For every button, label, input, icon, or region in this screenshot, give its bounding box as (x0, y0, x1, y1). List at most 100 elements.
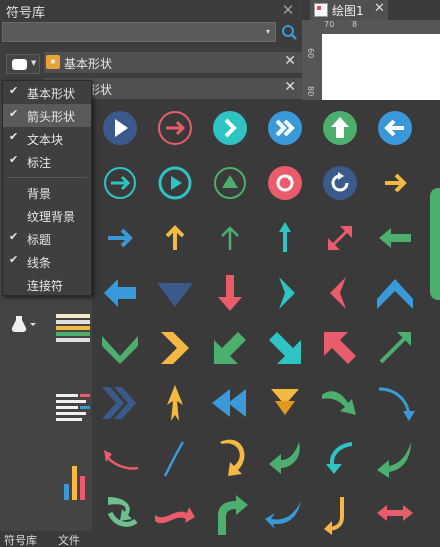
chevron-right-block-icon[interactable] (153, 326, 197, 370)
arrow-down-left-block-icon[interactable] (208, 326, 252, 370)
refresh-circle-icon[interactable] (263, 161, 307, 205)
search-button[interactable] (278, 22, 300, 42)
library-close-button[interactable]: ✕ (284, 79, 296, 95)
curved-band-arrow-icon[interactable] (153, 491, 197, 535)
search-row: ▾ (0, 20, 302, 44)
menu-item-arrow-shapes[interactable]: ✔ 箭头形状 (3, 104, 91, 127)
curved-arrow-down-blue-icon[interactable] (263, 491, 307, 535)
search-icon (282, 25, 297, 40)
bottom-tab-symbols[interactable]: 符号库 (4, 532, 37, 547)
arrow-right-circle-outline-icon[interactable] (98, 161, 142, 205)
curved-up-right-arrow-icon[interactable] (208, 491, 252, 535)
chevron-up-block-icon[interactable] (373, 271, 417, 315)
check-icon: ✔ (9, 84, 19, 97)
double-triangle-left-icon[interactable] (208, 381, 252, 425)
check-icon: ✔ (9, 230, 19, 243)
bottom-tab-files[interactable]: 文件 (58, 532, 80, 547)
flask-icon[interactable] (8, 314, 38, 334)
text-list-thumbnail-icon[interactable] (54, 392, 92, 422)
uturn-arrow-icon[interactable] (208, 436, 252, 480)
menu-item-label: 纹理背景 (27, 210, 76, 224)
menu-item-connector[interactable]: 连接符 (3, 273, 91, 296)
chevron-right-thin-icon[interactable] (263, 271, 307, 315)
menu-item-label: 箭头形状 (27, 110, 76, 124)
panel-title: 符号库 (6, 6, 46, 21)
curved-arrow-left-teal-icon[interactable] (318, 436, 362, 480)
library-category-menu: ✔ 基本形状 ✔ 箭头形状 ✔ 文本块 ✔ 标注 背景 纹理背景 ✔ 标题 ✔ … (2, 80, 92, 296)
chevron-down-icon: ▼ (31, 59, 37, 67)
document-tabbar: 绘图1 ✕ (302, 0, 440, 20)
ruler-label: 60 (306, 48, 315, 59)
vertical-ruler: 60 80 (302, 20, 322, 100)
search-dropdown-caret[interactable]: ▾ (262, 24, 274, 40)
menu-item-basic-shapes[interactable]: ✔ 基本形状 (3, 81, 91, 104)
menu-item-label: 基本形状 (27, 87, 76, 101)
document-tab-close-button[interactable]: ✕ (374, 1, 385, 16)
chevron-down-block-icon[interactable] (98, 326, 142, 370)
arrow-up-circle-icon[interactable] (318, 106, 362, 150)
menu-item-label: 线条 (27, 256, 52, 270)
library-label: 基本形状 (64, 57, 113, 71)
menu-item-lines[interactable]: ✔ 线条 (3, 250, 91, 273)
arrow-diagonal-double-icon[interactable] (318, 216, 362, 260)
menu-item-title[interactable]: ✔ 标题 (3, 227, 91, 250)
arrow-up-double-ended-icon[interactable] (263, 216, 307, 260)
double-arrow-horizontal-icon[interactable] (373, 491, 417, 535)
menu-separator (7, 177, 87, 178)
arrow-up-icon[interactable] (153, 216, 197, 260)
ruler-label: 80 (306, 86, 315, 97)
menu-item-label: 标题 (27, 233, 52, 247)
triangle-up-circle-icon[interactable] (208, 161, 252, 205)
library-close-button[interactable]: ✕ (284, 53, 296, 69)
curved-arrow-down-green-icon[interactable] (98, 491, 142, 535)
menu-item-text-block[interactable]: ✔ 文本块 (3, 127, 91, 150)
ruler-label: 8 (352, 20, 358, 29)
text-block-thumbnail-icon[interactable] (54, 312, 92, 344)
library-menu-button[interactable]: ▼ (6, 54, 40, 74)
library-menu-icon (12, 59, 27, 70)
arrow-left-circle-icon[interactable] (373, 106, 417, 150)
search-input[interactable] (2, 22, 276, 42)
document-icon (314, 3, 328, 17)
arrow-left-bold-icon[interactable] (373, 216, 417, 260)
play-circle-outline-icon[interactable] (153, 161, 197, 205)
menu-item-background[interactable]: 背景 (3, 181, 91, 204)
bar-chart-thumbnail-icon[interactable] (60, 458, 92, 502)
chevron-right-circle-outline-icon[interactable] (153, 106, 197, 150)
arrow-up-right-thin-icon[interactable] (373, 326, 417, 370)
arrow-up-spike-icon[interactable] (153, 381, 197, 425)
menu-item-texture-background[interactable]: 纹理背景 (3, 204, 91, 227)
arrow-up-thin-icon[interactable] (208, 216, 252, 260)
curved-arrow-down-right-icon[interactable] (318, 381, 362, 425)
arrow-down-block-icon[interactable] (208, 271, 252, 315)
panel-close-button[interactable]: ✕ (278, 1, 298, 19)
library-row-basic-shapes[interactable]: ★ 基本形状 ✕ (44, 52, 302, 74)
check-icon: ✔ (9, 130, 19, 143)
curved-arrow-left-icon[interactable] (98, 436, 142, 480)
chevron-left-thin-icon[interactable] (318, 271, 362, 315)
menu-item-callout[interactable]: ✔ 标注 (3, 150, 91, 173)
arrow-down-right-block-icon[interactable] (263, 326, 307, 370)
arrow-up-left-block-icon[interactable] (318, 326, 362, 370)
play-circle-icon[interactable] (98, 106, 142, 150)
curved-arrow-down-teal-icon[interactable] (318, 491, 362, 535)
curved-arrow-down-left-icon[interactable] (263, 436, 307, 480)
document-tab[interactable]: 绘图1 ✕ (310, 0, 388, 20)
menu-item-label: 文本块 (27, 133, 64, 147)
double-chevron-circle-icon[interactable] (263, 106, 307, 150)
triangle-down-double-icon[interactable] (263, 381, 307, 425)
library-folder-icon: ★ (46, 55, 60, 69)
triangle-down-icon[interactable] (153, 271, 197, 315)
double-chevron-right-icon[interactable] (98, 381, 142, 425)
curved-arrow-down-thin-icon[interactable] (373, 381, 417, 425)
curved-arrow-down-left-green-icon[interactable] (373, 436, 417, 480)
chevron-right-circle-icon[interactable] (208, 106, 252, 150)
drawing-canvas[interactable] (322, 34, 440, 100)
arrow-left-block-icon[interactable] (98, 271, 142, 315)
curved-line-up-icon[interactable] (153, 436, 197, 480)
rotate-circle-icon[interactable] (318, 161, 362, 205)
arrow-right-icon[interactable] (98, 216, 142, 260)
symbol-library-header: 符号库 ✕ (0, 0, 302, 21)
chevron-right-icon[interactable] (373, 161, 417, 205)
side-panel-handle[interactable] (430, 188, 440, 300)
